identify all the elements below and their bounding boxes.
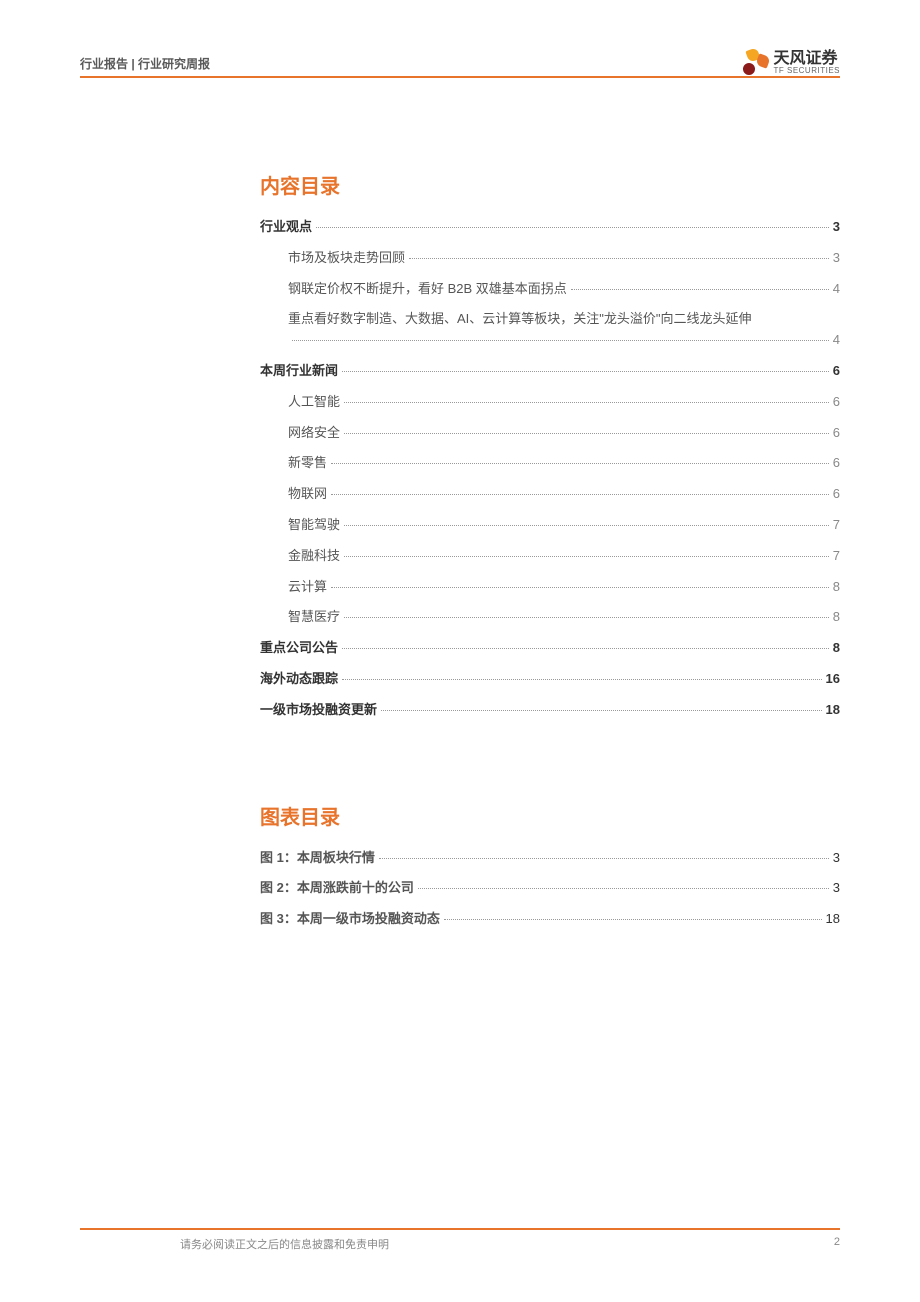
toc-dots [379,858,829,859]
logo-petals-icon [739,49,767,77]
figure-entry[interactable]: 图 1：本周板块行情 3 [260,848,840,869]
toc-label: 重点看好数字制造、大数据、AI、云计算等板块，关注"龙头溢价"向二线龙头延伸 [288,309,752,330]
toc-page: 4 [833,279,840,300]
toc-dots [409,258,829,259]
figure-page: 3 [833,848,840,869]
toc-entry[interactable]: 一级市场投融资更新 18 [260,700,840,721]
toc-page: 16 [826,669,840,690]
figures-title: 图表目录 [260,801,840,830]
toc-page: 6 [833,423,840,444]
toc-dots [344,525,829,526]
toc-page: 8 [833,607,840,628]
toc-label: 云计算 [288,577,327,598]
toc-label: 本周行业新闻 [260,361,338,382]
toc-page: 18 [826,700,840,721]
toc-label: 一级市场投融资更新 [260,700,377,721]
toc-page: 4 [833,330,840,351]
figure-page: 18 [826,909,840,930]
toc-dots [344,402,829,403]
toc-page: 6 [833,361,840,382]
page-footer: 请务必阅读正文之后的信息披露和免责申明 2 [80,1228,840,1252]
toc-entry[interactable]: 智慧医疗 8 [260,607,840,628]
logo-cn: 天风证券 [773,51,840,67]
page-header: 行业报告 | 行业研究周报 天风证券 TF SECURITIES [80,54,840,78]
toc-dots [344,617,829,618]
toc-label: 重点公司公告 [260,638,338,659]
toc-dots [331,463,829,464]
toc-dots [418,888,829,889]
toc-entry[interactable]: 网络安全 6 [260,423,840,444]
figure-entry[interactable]: 图 3：本周一级市场投融资动态 18 [260,909,840,930]
toc-dots [444,919,822,920]
toc-dots [342,679,822,680]
toc-label: 海外动态跟踪 [260,669,338,690]
toc-label: 钢联定价权不断提升，看好 B2B 双雄基本面拐点 [288,279,567,300]
toc-entry[interactable]: 智能驾驶 7 [260,515,840,536]
toc-entry[interactable]: 钢联定价权不断提升，看好 B2B 双雄基本面拐点 4 [260,279,840,300]
toc-label: 行业观点 [260,217,312,238]
logo-en: TF SECURITIES [773,67,840,75]
toc-page: 6 [833,392,840,413]
figure-label: 图 2：本周涨跌前十的公司 [260,878,414,899]
toc-page: 6 [833,484,840,505]
toc-label: 智能驾驶 [288,515,340,536]
page-number: 2 [834,1236,840,1252]
toc-label: 智慧医疗 [288,607,340,628]
toc-page: 6 [833,453,840,474]
toc-dots [292,340,829,341]
toc-entry[interactable]: 市场及板块走势回顾 3 [260,248,840,269]
toc-entry[interactable]: 重点公司公告 8 [260,638,840,659]
toc-page: 8 [833,638,840,659]
toc-entry[interactable]: 云计算 8 [260,577,840,598]
footer-disclaimer: 请务必阅读正文之后的信息披露和免责申明 [80,1236,389,1252]
toc-label: 人工智能 [288,392,340,413]
toc-page: 7 [833,546,840,567]
toc-label: 网络安全 [288,423,340,444]
figures-list: 图 1：本周板块行情 3 图 2：本周涨跌前十的公司 3 图 3：本周一级市场投融资动态… [260,848,840,930]
toc-dots [344,556,829,557]
figure-entry[interactable]: 图 2：本周涨跌前十的公司 3 [260,878,840,899]
figure-label: 图 1：本周板块行情 [260,848,375,869]
toc-label: 金融科技 [288,546,340,567]
toc-title: 内容目录 [260,170,840,199]
toc-dots [331,587,829,588]
toc-list: 行业观点 3 市场及板块走势回顾 3 钢联定价权不断提升，看好 B2B 双雄基本面拐点 4… [260,217,840,721]
toc-dots [571,289,829,290]
toc-page: 7 [833,515,840,536]
content-area: 内容目录 行业观点 3 市场及板块走势回顾 3 钢联定价权不断提升，看好 B2B 双雄基… [260,160,840,940]
toc-label: 物联网 [288,484,327,505]
report-category: 行业报告 | 行业研究周报 [80,55,210,72]
toc-entry[interactable]: 金融科技 7 [260,546,840,567]
toc-dots [344,433,829,434]
figure-label: 图 3：本周一级市场投融资动态 [260,909,440,930]
figure-page: 3 [833,878,840,899]
toc-entry[interactable]: 本周行业新闻 6 [260,361,840,382]
company-logo: 天风证券 TF SECURITIES [739,49,840,77]
logo-text: 天风证券 TF SECURITIES [773,51,840,75]
toc-entry[interactable]: 物联网 6 [260,484,840,505]
toc-label: 新零售 [288,453,327,474]
toc-entry[interactable]: 人工智能 6 [260,392,840,413]
toc-dots [342,648,829,649]
toc-entry[interactable]: 行业观点 3 [260,217,840,238]
toc-entry[interactable]: 重点看好数字制造、大数据、AI、云计算等板块，关注"龙头溢价"向二线龙头延伸 4 [260,309,840,351]
toc-dots [342,371,829,372]
toc-page: 3 [833,217,840,238]
toc-entry[interactable]: 海外动态跟踪 16 [260,669,840,690]
toc-dots [381,710,822,711]
toc-dots [331,494,829,495]
toc-page: 3 [833,248,840,269]
toc-page: 8 [833,577,840,598]
figures-section: 图表目录 图 1：本周板块行情 3 图 2：本周涨跌前十的公司 3 图 3：本周一级市场… [260,801,840,930]
toc-label: 市场及板块走势回顾 [288,248,405,269]
toc-entry[interactable]: 新零售 6 [260,453,840,474]
toc-dots [316,227,829,228]
